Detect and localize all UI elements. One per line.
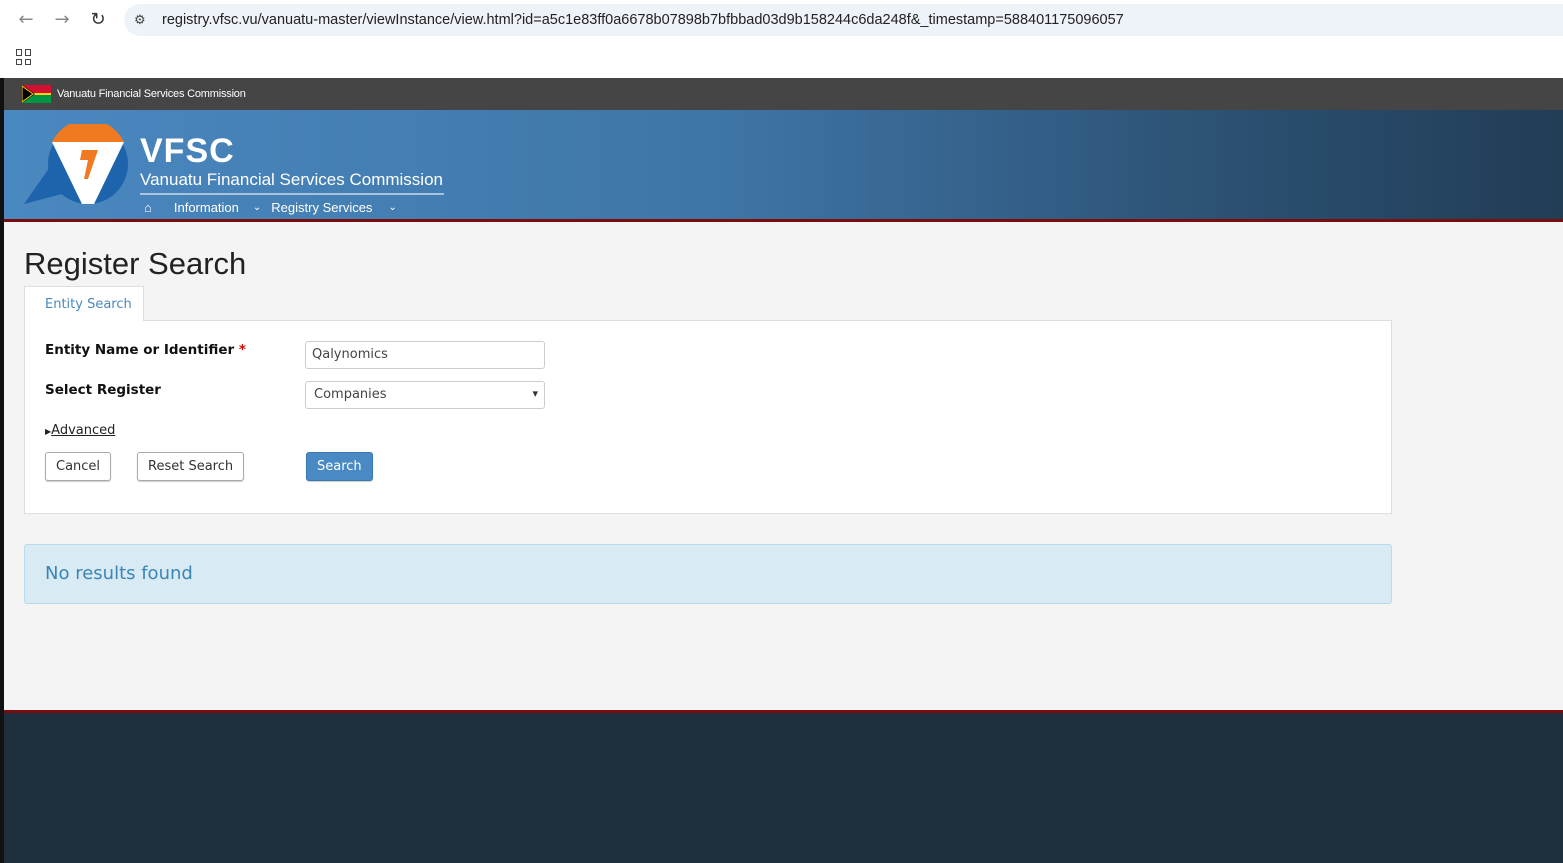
address-bar[interactable]: ⚙ registry.vfsc.vu/vanuatu-master/viewIn… bbox=[124, 4, 1563, 36]
reload-icon[interactable]: ↻ bbox=[88, 10, 108, 30]
vfsc-logo-icon bbox=[24, 124, 128, 204]
no-results-alert: No results found bbox=[24, 544, 1392, 604]
browser-chrome: ← → ↻ ⚙ registry.vfsc.vu/vanuatu-master/… bbox=[0, 0, 1563, 78]
register-select-value: Companies bbox=[314, 387, 387, 402]
search-panel: Entity Name or Identifier * Qalynomics S… bbox=[24, 320, 1392, 514]
entity-label-text: Entity Name or Identifier bbox=[45, 342, 235, 358]
header-banner: VFSC Vanuatu Financial Services Commissi… bbox=[4, 110, 1563, 222]
home-icon[interactable]: ⌂ bbox=[144, 200, 152, 215]
reset-search-button[interactable]: Reset Search bbox=[137, 452, 245, 481]
search-button[interactable]: Search bbox=[306, 452, 373, 481]
chevron-down-icon: ▾ bbox=[532, 387, 538, 400]
entity-name-input[interactable]: Qalynomics bbox=[305, 341, 545, 369]
top-bar-title: Vanuatu Financial Services Commission bbox=[57, 88, 246, 100]
main-nav: ⌂ Information ⌄ Registry Services ⌄ bbox=[144, 200, 397, 215]
url-text: registry.vfsc.vu/vanuatu-master/viewInst… bbox=[162, 12, 1124, 28]
page: Vanuatu Financial Services Commission VF… bbox=[4, 78, 1563, 863]
top-bar: Vanuatu Financial Services Commission bbox=[4, 78, 1563, 110]
required-mark: * bbox=[238, 342, 246, 358]
register-label: Select Register bbox=[45, 382, 161, 398]
chevron-down-icon[interactable]: ⌄ bbox=[253, 202, 261, 213]
brand-acronym: VFSC bbox=[140, 132, 235, 170]
brand-name: Vanuatu Financial Services Commission bbox=[140, 170, 444, 195]
nav-registry-services[interactable]: Registry Services bbox=[271, 200, 372, 215]
apps-icon[interactable] bbox=[16, 49, 32, 65]
tab-entity-search[interactable]: Entity Search bbox=[24, 286, 144, 321]
back-icon[interactable]: ← bbox=[16, 10, 36, 30]
page-title: Register Search bbox=[24, 246, 247, 281]
chevron-down-icon[interactable]: ⌄ bbox=[388, 202, 396, 213]
entity-label: Entity Name or Identifier * bbox=[45, 342, 246, 358]
site-settings-icon[interactable]: ⚙ bbox=[134, 13, 154, 28]
forward-icon[interactable]: → bbox=[52, 10, 72, 30]
vanuatu-flag-icon bbox=[22, 85, 51, 103]
footer bbox=[4, 710, 1563, 863]
register-select[interactable]: Companies ▾ bbox=[305, 381, 545, 409]
cancel-button[interactable]: Cancel bbox=[45, 452, 112, 481]
advanced-toggle[interactable]: ▶Advanced bbox=[45, 423, 115, 438]
advanced-link[interactable]: Advanced bbox=[51, 423, 115, 438]
nav-information[interactable]: Information bbox=[174, 200, 239, 215]
